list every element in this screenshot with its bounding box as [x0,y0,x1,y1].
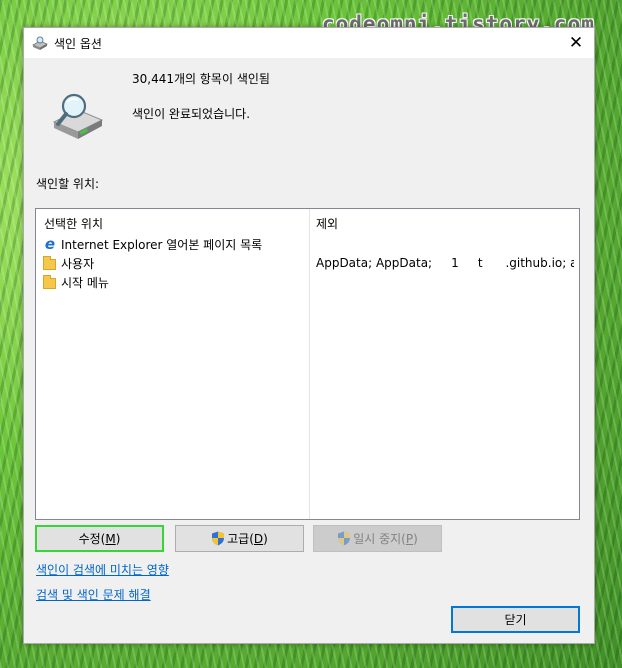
column-header-exclude[interactable]: 제외 [316,215,338,232]
title-bar: 색인 옵션 ✕ [24,28,594,58]
pause-button: 일시 중지(P) [313,525,442,552]
troubleshoot-link[interactable]: 검색 및 색인 문제 해결 [36,586,151,603]
list-item[interactable]: 시작 메뉴 [42,273,109,291]
drive-search-icon [52,93,104,139]
location-name: 시작 메뉴 [61,275,109,290]
list-item[interactable]: 사용자 [42,254,94,272]
close-button[interactable]: 닫기 [451,606,580,633]
list-item[interactable]: e Internet Explorer 열어본 페이지 목록 [42,235,262,253]
indexing-affects-search-link[interactable]: 색인이 검색에 미치는 영향 [36,561,169,578]
column-header-selected[interactable]: 선택한 위치 [44,215,103,232]
location-name: Internet Explorer 열어본 페이지 목록 [61,237,263,252]
window-title: 색인 옵션 [54,37,102,51]
close-icon: ✕ [568,33,584,53]
location-name: 사용자 [61,256,95,271]
uac-shield-icon [212,531,225,546]
modify-button[interactable]: 수정(M) [35,525,164,552]
folder-icon [42,255,58,271]
indexed-count-text: 30,441개의 항목이 색인됨 [132,72,270,86]
indexing-options-dialog: 색인 옵션 ✕ 30,441개의 항목이 색인됨 색인이 완료되었습니다. 색인… [23,27,595,644]
indexing-drive-icon [32,36,48,50]
locations-list[interactable]: 선택한 위치 제외 e Internet Explorer 열어본 페이지 목록… [35,208,580,520]
index-status-text: 색인이 완료되었습니다. [132,107,251,121]
advanced-button[interactable]: 고급(D) [175,525,304,552]
window-close-button[interactable]: ✕ [558,28,594,58]
column-divider [309,209,310,519]
locations-label: 색인할 위치: [36,177,100,191]
uac-shield-icon [338,531,351,546]
ie-icon: e [44,235,56,253]
folder-icon [42,274,58,290]
location-exclude: AppData; AppData; 1 t .github.io; a... [316,256,574,270]
